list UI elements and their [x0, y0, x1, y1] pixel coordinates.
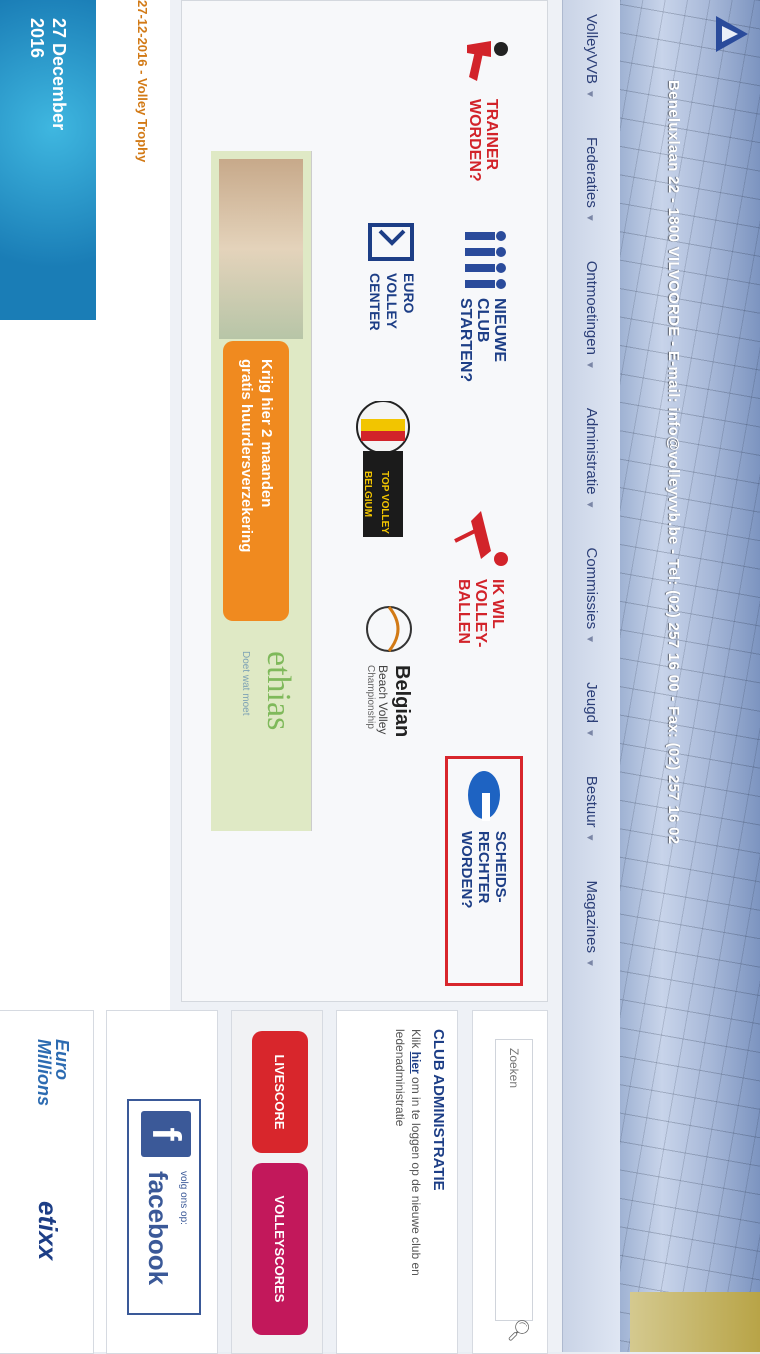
trainer-icon — [467, 41, 508, 81]
belgian-beach-text: Belgian Beach Volley Championship — [365, 665, 413, 737]
header-corner-decoration — [630, 1292, 760, 1352]
tile-euro-volley-center[interactable]: EURO VOLLEY CENTER — [366, 221, 417, 353]
ethias-logo: ethias — [260, 651, 297, 731]
page: Beneluxlaan 22 - 1800 VILVOORDE - E-mail… — [0, 0, 760, 1354]
chevron-down-icon: ▼ — [584, 832, 595, 843]
sidebar: 🔍︎ CLUB ADMINISTRATIE Klik hier om in te… — [0, 1010, 548, 1354]
tile-euro-volley-center-label: EURO VOLLEY CENTER — [367, 273, 417, 331]
facebook-follow-button[interactable]: f volg ons op: facebook — [127, 1099, 201, 1315]
ethias-banner[interactable]: Krijg hier 2 maanden gratis huurdersverz… — [211, 151, 312, 831]
club-text-pre: Klik — [409, 1029, 423, 1052]
nav-item-jeugd[interactable]: Jeugd ▼ — [583, 682, 600, 738]
belgian-sub2: Championship — [365, 665, 376, 729]
club-admin-widget: CLUB ADMINISTRATIE Klik hier om in te lo… — [336, 1010, 458, 1354]
tile-belgian-beach[interactable]: Belgian Beach Volley Championship — [361, 601, 417, 737]
search-widget: 🔍︎ — [472, 1010, 548, 1354]
main-content: TRAINER WORDEN? NIEUWE CLUB STARTEN? IK … — [181, 0, 548, 1002]
chevron-down-icon: ▼ — [584, 212, 595, 223]
tile-club-label: NIEUWE CLUB STARTEN? — [457, 298, 509, 383]
nav-label: Federaties — [583, 136, 600, 208]
people-group-icon — [465, 231, 506, 289]
tile-scheidsrechter-label: SCHEIDS-RECHTER WORDEN? — [458, 831, 510, 909]
vvb-logo-icon[interactable] — [712, 12, 752, 58]
event-date: 27 December — [49, 18, 69, 131]
nav-item-bestuur[interactable]: Bestuur ▼ — [583, 776, 600, 843]
nav-item-magazines[interactable]: Magazines ▼ — [583, 880, 600, 967]
euromillions-line2: Millions — [34, 1039, 54, 1106]
scores-widget: LIVESCORE VOLLEYSCORES — [231, 1010, 323, 1354]
nav-item-commissies[interactable]: Commissies ▼ — [583, 547, 600, 644]
nav-label: Magazines — [583, 880, 600, 954]
tile-trainer-label: TRAINER WORDEN? — [466, 99, 500, 182]
club-admin-text: Klik hier om in te loggen op de nieuwe c… — [392, 1029, 424, 1335]
belgian-title: Belgian — [391, 665, 413, 738]
nav-label: Ontmoetingen — [583, 260, 600, 355]
news-item-title[interactable]: 27-12-2016 - Volley Trophy — [135, 0, 150, 162]
facebook-follow-label: volg ons op: — [178, 1171, 189, 1225]
nav-item-administratie[interactable]: Administratie ▼ — [583, 408, 600, 510]
chevron-down-icon: ▼ — [584, 359, 595, 370]
nav-item-federaties[interactable]: Federaties ▼ — [583, 137, 600, 223]
nav-item-ontmoetingen[interactable]: Ontmoetingen ▼ — [583, 261, 600, 370]
contact-address: Beneluxlaan 22 - 1800 VILVOORDE - E-mail… — [665, 80, 682, 845]
nav-label: Administratie — [583, 407, 600, 495]
chevron-down-icon: ▼ — [584, 727, 595, 738]
whistle-icon — [468, 771, 500, 821]
euromillions-logo[interactable]: Euro Millions — [34, 1039, 72, 1106]
volleyball-player-icon — [454, 511, 508, 566]
facebook-widget: f volg ons op: facebook — [106, 1010, 218, 1354]
tile-scheidsrechter[interactable]: SCHEIDS-RECHTER WORDEN? — [445, 756, 523, 986]
nav-item-volleyvvb[interactable]: VolleyVVB ▼ — [583, 14, 600, 99]
chevron-down-icon: ▼ — [584, 634, 595, 645]
nav-label: Commissies — [583, 547, 600, 630]
facebook-icon: f — [141, 1111, 191, 1157]
tile-club[interactable]: NIEUWE CLUB STARTEN? — [453, 226, 513, 408]
chevron-down-icon: ▼ — [584, 89, 595, 99]
ethias-tagline: Doet wat moet — [240, 651, 251, 716]
tile-top-volley-label: TOP VOLLEY BELGIUM — [362, 471, 390, 534]
banner-offer: Krijg hier 2 maanden gratis huurdersverz… — [223, 341, 289, 621]
nav-label: Jeugd — [583, 682, 600, 723]
nav-label: Bestuur — [583, 775, 600, 828]
belgian-sub: Beach Volley — [376, 665, 390, 735]
volleyball-net-image — [620, 0, 760, 1352]
beach-volleyball-icon — [366, 606, 412, 652]
nav-label: VolleyVVB — [583, 14, 600, 85]
volleyscores-button[interactable]: VOLLEYSCORES — [252, 1163, 308, 1335]
tile-trainer[interactable]: TRAINER WORDEN? — [453, 31, 513, 189]
sponsors-widget: Euro Millions etixx — [0, 1010, 94, 1354]
search-input[interactable] — [495, 1039, 533, 1321]
search-icon[interactable]: 🔍︎ — [506, 1318, 531, 1343]
chevron-down-icon: ▼ — [584, 499, 595, 510]
chevron-down-icon: ▼ — [584, 958, 595, 968]
event-year: 2016 — [27, 18, 47, 59]
main-navigation: VolleyVVB ▼ Federaties ▼ Ontmoetingen ▼ Adm… — [562, 0, 620, 1352]
facebook-brand: facebook — [143, 1171, 173, 1286]
livescore-button[interactable]: LIVESCORE — [252, 1031, 308, 1153]
site-header: Beneluxlaan 22 - 1800 VILVOORDE - E-mail… — [620, 0, 760, 1352]
euromillions-line1: Euro — [52, 1039, 72, 1081]
banner-photo-image — [219, 159, 303, 339]
tile-volleyballen[interactable]: IK WIL VOLLEY-BALLEN — [451, 501, 511, 674]
banner-line1: Krijg hier 2 maanden — [258, 359, 275, 508]
etixx-logo[interactable]: etixx — [32, 1201, 63, 1260]
tile-top-volley-belgium[interactable]: TOP VOLLEY BELGIUM — [355, 401, 411, 541]
evc-logo-icon — [368, 223, 415, 261]
news-item-image[interactable]: 27 December 2016 — [0, 0, 96, 320]
tile-volleyballen-label: IK WIL VOLLEY-BALLEN — [455, 579, 507, 648]
club-admin-title: CLUB ADMINISTRATIE — [430, 1029, 447, 1191]
club-admin-link[interactable]: hier — [409, 1052, 423, 1074]
banner-line2: gratis huurdersverzekering — [238, 359, 255, 553]
